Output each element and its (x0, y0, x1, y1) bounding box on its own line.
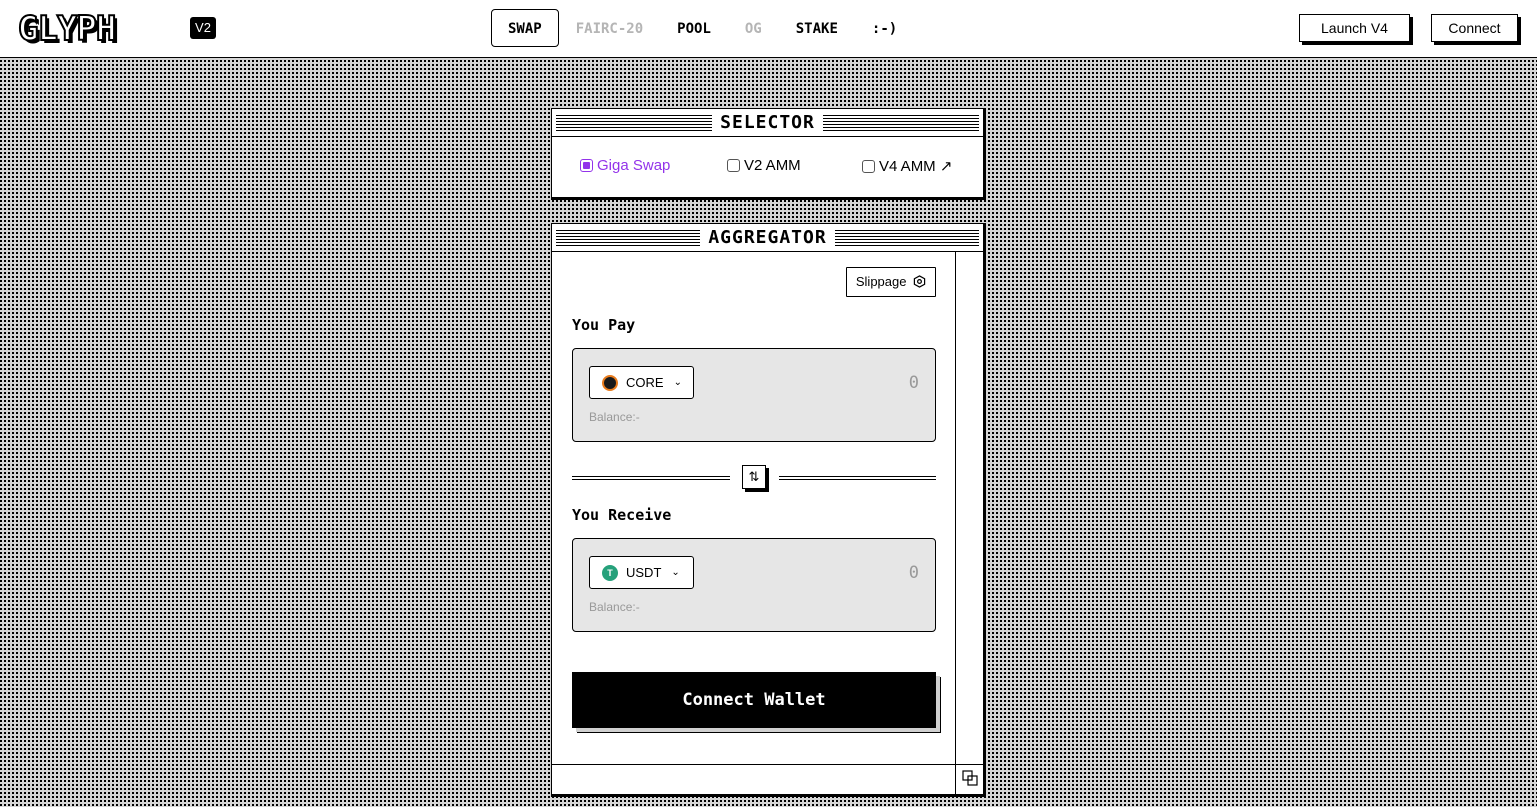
chevron-down-icon: ⌄ (671, 567, 680, 578)
option-label: Giga Swap (597, 157, 671, 174)
divider (955, 252, 956, 794)
nav-og[interactable]: OG (728, 9, 779, 47)
aggregator-title-bar: AGGREGATOR (552, 224, 983, 252)
connect-button[interactable]: Connect (1431, 14, 1518, 42)
glyph-logo[interactable]: GLYPH (17, 9, 174, 49)
logo-text: GLYPH (17, 9, 117, 49)
double-line (779, 476, 936, 480)
main-nav: SWAP FAIRC-20 POOL OG STAKE :-) (491, 9, 914, 47)
receive-token-select[interactable]: T USDT ⌄ (589, 556, 694, 589)
aggregator-body: Slippage You Pay CORE ⌄ 0 Balance:- ⇅ Yo… (552, 252, 983, 794)
checkbox[interactable] (862, 159, 875, 173)
connect-wallet-button[interactable]: Connect Wallet (572, 672, 936, 728)
option-giga-swap[interactable]: Giga Swap (580, 157, 670, 174)
pay-balance: Balance:- (589, 410, 640, 424)
title-stripes (834, 229, 979, 246)
selector-title-bar: SELECTOR (552, 109, 983, 137)
aggregator-panel: AGGREGATOR Slippage You Pay CORE ⌄ 0 Bal… (551, 223, 986, 797)
nav-fairc20[interactable]: FAIRC-20 (559, 9, 660, 47)
title-stripes (822, 114, 980, 131)
swap-arrows-icon: ⇅ (748, 469, 760, 484)
pay-box: CORE ⌄ 0 Balance:- (572, 348, 936, 442)
top-header: GLYPH V2 SWAP FAIRC-20 POOL OG STAKE :-)… (0, 0, 1537, 58)
you-pay-label: You Pay (572, 316, 636, 334)
receive-token-label: USDT (626, 565, 662, 580)
slippage-button[interactable]: Slippage (846, 267, 936, 297)
selector-panel: SELECTOR Giga Swap V2 AMM V4 AMM ↗ (551, 108, 986, 200)
pay-token-select[interactable]: CORE ⌄ (589, 366, 694, 399)
option-label: V2 AMM (744, 157, 801, 174)
copy-windows-icon[interactable] (962, 770, 978, 786)
option-label: V4 AMM ↗ (879, 158, 953, 175)
receive-balance: Balance:- (589, 600, 640, 614)
swap-direction-button[interactable]: ⇅ (742, 465, 766, 489)
double-line (572, 476, 730, 480)
selector-options: Giga Swap V2 AMM V4 AMM ↗ (552, 137, 983, 197)
divider (552, 764, 983, 765)
checkbox[interactable] (727, 159, 740, 172)
option-v2-amm[interactable]: V2 AMM (727, 157, 801, 174)
usdt-token-icon: T (602, 564, 618, 581)
chevron-down-icon: ⌄ (673, 377, 682, 388)
title-stripes (556, 229, 701, 246)
nav-stake[interactable]: STAKE (779, 9, 855, 47)
selector-title: SELECTOR (720, 111, 815, 133)
hexagon-gear-icon (913, 275, 926, 288)
core-token-icon (602, 374, 618, 391)
slippage-label: Slippage (855, 274, 907, 289)
nav-pool[interactable]: POOL (660, 9, 728, 47)
checkbox-checked[interactable] (580, 159, 593, 172)
launch-v4-button[interactable]: Launch V4 (1299, 14, 1410, 42)
pay-token-label: CORE (626, 375, 664, 390)
nav-swap[interactable]: SWAP (491, 9, 559, 47)
version-badge: V2 (190, 17, 216, 39)
option-v4-amm[interactable]: V4 AMM ↗ (862, 157, 952, 175)
receive-amount-input[interactable]: 0 (909, 563, 919, 583)
receive-box: T USDT ⌄ 0 Balance:- (572, 538, 936, 632)
you-receive-label: You Receive (572, 506, 672, 524)
nav-smiley[interactable]: :-) (855, 9, 914, 47)
title-stripes (556, 114, 713, 131)
pay-amount-input[interactable]: 0 (909, 373, 919, 393)
aggregator-title: AGGREGATOR (708, 226, 827, 248)
